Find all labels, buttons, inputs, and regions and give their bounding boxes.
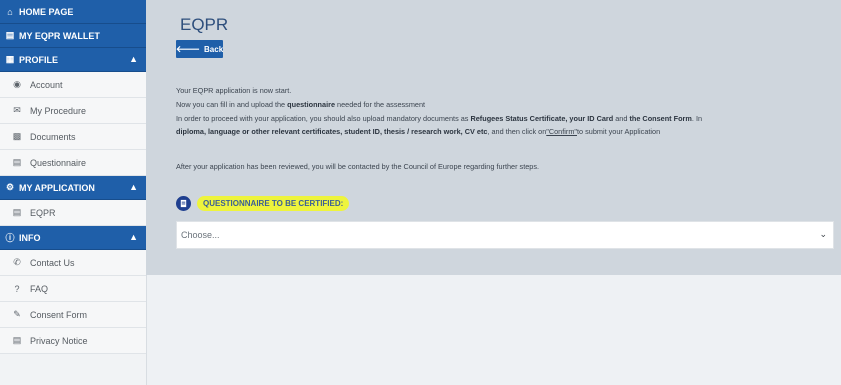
arrow-left-icon: 🡐 [175, 43, 201, 54]
sidebar-item-wallet[interactable]: ▤ MY EQPR WALLET [0, 24, 146, 48]
chevron-up-icon: ▲ [129, 182, 138, 192]
sidebar-item-home[interactable]: ⌂ HOME PAGE [0, 0, 146, 24]
info-icon: ⓘ [5, 233, 15, 243]
info-line-4: diploma, language or other relevant cert… [176, 127, 661, 136]
sidebar-section-profile[interactable]: ▦ PROFILE ▲ [0, 48, 146, 72]
sidebar-item-label: Documents [30, 131, 76, 142]
sidebar-item-consent-form[interactable]: ✎ Consent Form [0, 302, 146, 328]
sidebar-item-faq[interactable]: ? FAQ [0, 276, 146, 302]
user-icon: ◉ [13, 79, 21, 89]
sidebar-section-application[interactable]: ⚙ MY APPLICATION ▲ [0, 176, 146, 200]
back-button-label: Back [204, 44, 224, 54]
sidebar-item-label: MY EQPR WALLET [19, 30, 100, 41]
questionnaire-select[interactable]: Choose... ⌄ [176, 221, 834, 249]
sidebar-item-privacy-notice[interactable]: ▤ Privacy Notice [0, 328, 146, 354]
phone-icon: ✆ [13, 257, 21, 267]
sidebar-item-label: Contact Us [30, 257, 75, 268]
sidebar-item-documents[interactable]: ▩ Documents [0, 124, 146, 150]
page-title: EQPR [180, 15, 229, 34]
clipboard-icon [176, 196, 191, 211]
info-line-5: After your application has been reviewed… [176, 162, 540, 171]
certificate-icon: ▤ [12, 207, 22, 217]
sidebar-item-my-procedure[interactable]: ✉ My Procedure [0, 98, 146, 124]
sidebar-item-label: My Procedure [30, 105, 87, 116]
wallet-icon: ▤ [5, 30, 15, 40]
sidebar-item-label: Privacy Notice [30, 335, 88, 346]
sidebar-item-label: HOME PAGE [19, 6, 74, 17]
section-title: MY APPLICATION [19, 182, 95, 193]
questionnaire-label: QUESTIONNAIRE TO BE CERTIFIED: [197, 196, 350, 211]
main-content: EQPR 🡐 Back Your EQPR application is now… [146, 0, 841, 275]
select-value: Choose... [181, 230, 220, 240]
sidebar-item-eqpr[interactable]: ▤ EQPR [0, 200, 146, 226]
pen-icon: ✎ [13, 309, 21, 319]
sidebar-item-label: EQPR [30, 207, 56, 218]
envelope-icon: ✉ [13, 105, 21, 115]
sidebar-item-label: Account [30, 79, 63, 90]
sidebar: ⌂ HOME PAGE ▤ MY EQPR WALLET ▦ PROFILE ▲… [0, 0, 147, 385]
clipboard-icon: ▤ [12, 157, 22, 167]
info-line-1: Your EQPR application is now start. [176, 86, 292, 95]
sidebar-item-label: FAQ [30, 283, 49, 294]
cogs-icon: ⚙ [5, 182, 15, 192]
sidebar-item-label: Questionnaire [30, 157, 87, 168]
id-card-icon: ▦ [5, 54, 15, 64]
chevron-up-icon: ▲ [129, 232, 138, 242]
sidebar-item-contact-us[interactable]: ✆ Contact Us [0, 250, 146, 276]
info-line-2: Now you can fill in and upload the quest… [176, 100, 426, 109]
section-title: INFO [19, 232, 41, 243]
file-icon: ▩ [12, 131, 22, 141]
section-title: PROFILE [19, 54, 59, 65]
confirm-link[interactable]: "Confirm" [546, 127, 577, 136]
document-icon: ▤ [12, 335, 22, 345]
home-icon: ⌂ [7, 6, 13, 17]
sidebar-section-info[interactable]: ⓘ INFO ▲ [0, 226, 146, 250]
sidebar-item-label: Consent Form [30, 309, 88, 320]
sidebar-item-account[interactable]: ◉ Account [0, 72, 146, 98]
questionnaire-section: QUESTIONNAIRE TO BE CERTIFIED: [176, 196, 350, 211]
chevron-down-icon: ⌄ [819, 229, 827, 239]
info-line-3: In order to proceed with your applicatio… [176, 114, 703, 123]
chevron-up-icon: ▲ [129, 54, 138, 64]
sidebar-item-questionnaire[interactable]: ▤ Questionnaire [0, 150, 146, 176]
back-button[interactable]: 🡐 Back [176, 40, 223, 58]
question-icon: ? [14, 283, 20, 294]
